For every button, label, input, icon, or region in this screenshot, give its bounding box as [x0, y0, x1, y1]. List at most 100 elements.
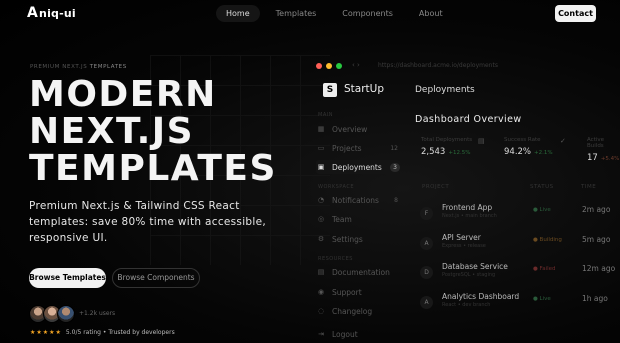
hero-eyebrow: PREMIUM NEXT.JS TEMPLATES	[30, 64, 127, 70]
logout-icon: ⇥	[318, 330, 324, 338]
user-avatars	[29, 305, 75, 323]
hero-title: MODERN NEXT.JS TEMPLATES	[29, 76, 277, 187]
top-header: Aniq-ui Home Templates Components About …	[0, 0, 620, 28]
sidebar-item-overview[interactable]: ▦ Overview	[316, 122, 400, 136]
project-meta: React • dev branch	[442, 302, 491, 308]
sidebar-item-label: Projects	[332, 143, 362, 153]
stat-total-deployments: Total Deployments 2,543 +12.5% ▤	[421, 137, 485, 157]
close-dot-icon	[316, 63, 322, 69]
check-icon: ✓	[560, 137, 566, 145]
sidebar-item-projects[interactable]: ▭ Projects 12	[316, 141, 400, 155]
deploy-time: 2m ago	[582, 205, 611, 214]
server-icon: ▤	[478, 137, 485, 145]
team-icon: ◎	[317, 215, 325, 223]
column-header-status: STATUS	[530, 184, 554, 190]
projects-icon: ▭	[317, 144, 325, 152]
sidebar-item-logout[interactable]: ⇥ Logout	[316, 327, 400, 341]
eyebrow-highlight: TEMPLATES	[89, 64, 127, 70]
stat-value: 94.2%	[504, 147, 532, 157]
deploy-time: 5m ago	[582, 235, 611, 244]
project-initial: A	[420, 296, 433, 309]
sidebar-item-count: 8	[394, 196, 398, 204]
status-badge: ● Building	[533, 237, 562, 243]
stat-value: 2,543	[421, 147, 446, 157]
deploy-time: 1h ago	[582, 294, 608, 303]
nav-templates[interactable]: Templates	[266, 5, 327, 22]
sidebar-item-label: Logout	[332, 329, 358, 339]
sidebar-item-settings[interactable]: ⚙ Settings	[316, 232, 400, 246]
browser-nav-arrows-icon: ‹ ›	[352, 61, 360, 69]
main-nav: Home Templates Components About	[216, 5, 453, 22]
status-badge: ● Live	[533, 296, 551, 302]
table-row[interactable]: A Analytics Dashboard React • dev branch…	[420, 292, 620, 314]
deploy-time: 12m ago	[582, 264, 616, 273]
sidebar-section-main: MAIN	[318, 112, 333, 118]
sidebar-item-count: 3	[390, 162, 400, 172]
sidebar-item-label: Settings	[332, 234, 363, 244]
project-name: Frontend App	[442, 203, 493, 212]
sidebar-item-deployments[interactable]: ▣ Deployments 3	[316, 160, 400, 174]
contact-button[interactable]: Contact	[555, 5, 596, 22]
sidebar-item-team[interactable]: ◎ Team	[316, 212, 400, 226]
stat-success-rate: Success Rate 94.2% +2.1% ✓	[504, 137, 566, 157]
bell-icon: ◔	[317, 196, 325, 204]
landing-page: Aniq-ui Home Templates Components About …	[0, 0, 620, 343]
table-row[interactable]: D Database Service PostgreSQL • staging …	[420, 262, 620, 284]
stat-delta: +12.5%	[448, 150, 471, 156]
table-row[interactable]: F Frontend App Next.js • main branch ● L…	[420, 203, 620, 225]
sidebar-item-label: Team	[332, 214, 352, 224]
page-title: Deployments	[415, 85, 475, 95]
startup-logo-icon: S	[323, 83, 337, 97]
avatar	[57, 305, 75, 323]
project-name: API Server	[442, 233, 481, 242]
document-icon: ▤	[317, 268, 325, 276]
sidebar-item-label: Support	[332, 287, 362, 297]
project-meta: Next.js • main branch	[442, 213, 497, 219]
startup-brand: StartUp	[344, 83, 385, 95]
stat-delta: +5.4%	[600, 156, 620, 162]
site-logo[interactable]: Aniq-ui	[27, 5, 76, 21]
window-controls	[316, 63, 342, 69]
sidebar-item-documentation[interactable]: ▤ Documentation	[316, 265, 400, 279]
stat-active-builds: Active Builds 17 +5.4%	[587, 137, 620, 163]
users-count: +1.2k users	[79, 310, 116, 317]
column-header-project: PROJECT	[422, 184, 450, 190]
table-row[interactable]: A API Server Express • release ● Buildin…	[420, 233, 620, 255]
hero-subtitle: Premium Next.js & Tailwind CSS React tem…	[29, 200, 266, 244]
sidebar-section-resources: RESOURCES	[318, 256, 353, 262]
project-initial: A	[420, 237, 433, 250]
browse-templates-button[interactable]: Browse Templates	[29, 268, 106, 288]
hero-title-line-2: NEXT.JS	[29, 111, 195, 152]
logo-text: niq-ui	[39, 7, 76, 20]
sidebar-item-label: Notifications	[332, 195, 379, 205]
browse-components-button[interactable]: Browse Components	[112, 268, 200, 288]
star-icons: ★★★★★	[30, 329, 62, 336]
maximize-dot-icon	[336, 63, 342, 69]
deployments-icon: ▣	[317, 163, 325, 171]
sidebar-item-support[interactable]: ◉ Support	[316, 285, 400, 299]
column-header-time: TIME	[581, 184, 597, 190]
sidebar-item-changelog[interactable]: ◌ Changelog	[316, 304, 400, 318]
changelog-icon: ◌	[317, 307, 325, 315]
stat-label: Success Rate	[504, 137, 541, 143]
project-initial: D	[420, 266, 433, 279]
stat-label: Total Deployments	[421, 137, 473, 143]
browser-url: https://dashboard.acme.io/deployments	[378, 62, 498, 69]
eyebrow-prefix: PREMIUM NEXT.JS	[30, 64, 88, 70]
sidebar-item-label: Changelog	[332, 306, 373, 316]
minimize-dot-icon	[326, 63, 332, 69]
rating-text: 5.0/5 rating • Trusted by developers	[65, 329, 175, 336]
project-initial: F	[420, 207, 433, 220]
sidebar-item-label: Deployments	[332, 162, 382, 172]
stat-delta: +2.1%	[534, 150, 553, 156]
nav-home[interactable]: Home	[216, 5, 260, 22]
nav-about[interactable]: About	[409, 5, 453, 22]
stat-value: 17	[587, 153, 598, 163]
project-name: Database Service	[442, 262, 508, 271]
project-meta: Express • release	[442, 243, 486, 249]
hero-title-line-1: MODERN	[29, 74, 217, 115]
rating: ★★★★★ 5.0/5 rating • Trusted by developer…	[30, 329, 175, 336]
nav-components[interactable]: Components	[332, 5, 403, 22]
support-icon: ◉	[317, 288, 325, 296]
sidebar-item-notifications[interactable]: ◔ Notifications 8	[316, 193, 400, 207]
